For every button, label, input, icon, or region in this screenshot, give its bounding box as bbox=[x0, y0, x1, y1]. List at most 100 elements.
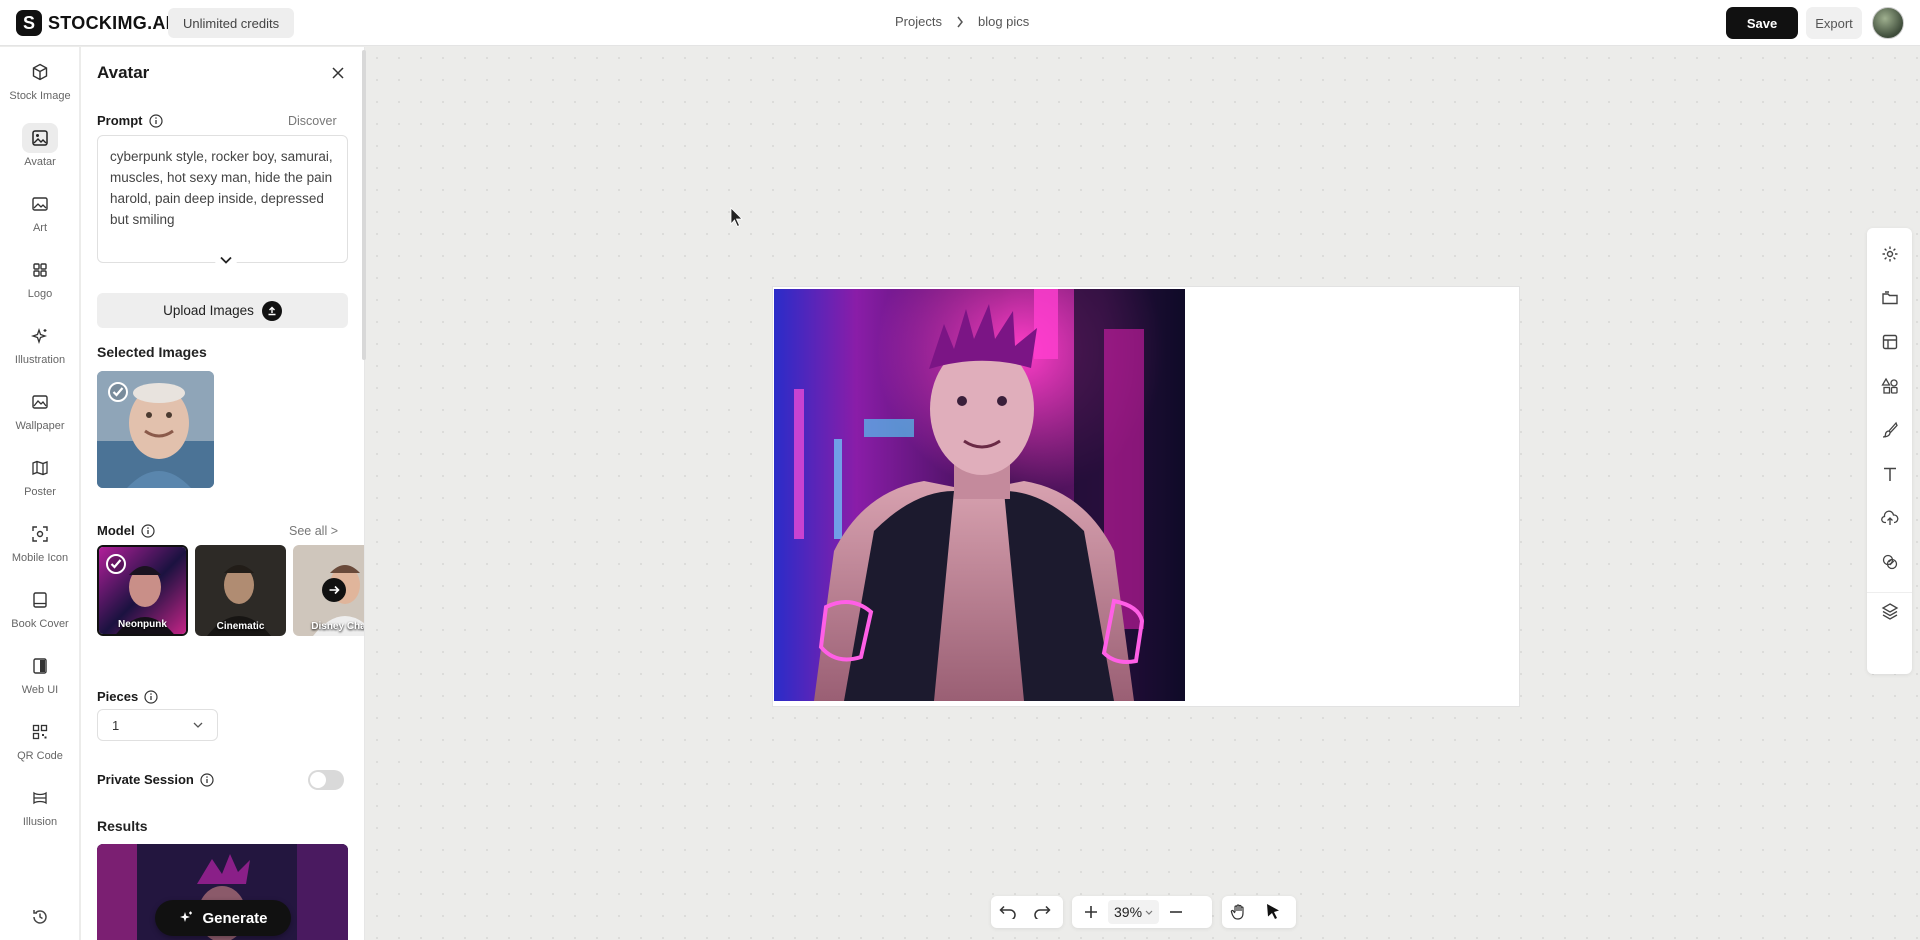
right-toolbar bbox=[1867, 228, 1912, 674]
credits-badge[interactable]: Unlimited credits bbox=[168, 8, 295, 38]
model-card-neonpunk[interactable]: Neonpunk bbox=[97, 545, 188, 636]
upload-icon bbox=[261, 300, 282, 321]
prompt-text[interactable]: cyberpunk style, rocker boy, samurai, mu… bbox=[110, 146, 340, 230]
mode-controls bbox=[1222, 896, 1296, 928]
pieces-select[interactable]: 1 bbox=[97, 709, 218, 741]
pieces-label-row: Pieces bbox=[97, 689, 158, 704]
rail-item-illustration[interactable]: Illustration bbox=[0, 321, 80, 379]
rail-label: Avatar bbox=[24, 156, 56, 168]
rail-item-stock-image[interactable]: Stock Image bbox=[0, 57, 80, 115]
private-session-label: Private Session bbox=[97, 772, 194, 787]
template-icon[interactable] bbox=[1867, 324, 1912, 360]
info-icon[interactable] bbox=[144, 689, 158, 704]
see-all-link[interactable]: See all > bbox=[289, 524, 338, 538]
rail-label: Logo bbox=[27, 288, 53, 300]
arrow-right-icon[interactable] bbox=[322, 578, 346, 602]
pointer-icon[interactable] bbox=[1256, 896, 1290, 928]
rail-item-qr-code[interactable]: QR Code bbox=[0, 717, 80, 775]
private-session-toggle[interactable] bbox=[308, 770, 344, 790]
info-icon[interactable] bbox=[200, 772, 214, 787]
breadcrumb-current[interactable]: blog pics bbox=[978, 14, 1029, 29]
rail-label: Poster bbox=[24, 486, 56, 498]
export-button[interactable]: Export bbox=[1806, 7, 1862, 39]
prompt-field[interactable]: cyberpunk style, rocker boy, samurai, mu… bbox=[97, 135, 348, 271]
model-card-disney[interactable]: Disney Cha bbox=[293, 545, 364, 636]
focus-icon bbox=[22, 519, 58, 549]
illusion-icon bbox=[22, 783, 58, 813]
mouse-cursor-icon bbox=[730, 207, 744, 227]
rail-item-art[interactable]: Art bbox=[0, 189, 80, 247]
redo-icon[interactable] bbox=[1025, 896, 1059, 928]
rail-item-mobile-icon[interactable]: Mobile Icon bbox=[0, 519, 80, 577]
rail-label: Illusion bbox=[22, 816, 58, 828]
rail-item-poster[interactable]: Poster bbox=[0, 453, 80, 511]
rail-item-web-ui[interactable]: Web UI bbox=[0, 651, 80, 709]
cyberpunk-portrait bbox=[774, 289, 1185, 701]
history-controls bbox=[991, 896, 1063, 928]
rail-label: Stock Image bbox=[9, 90, 71, 102]
zoom-in-icon[interactable] bbox=[1074, 896, 1108, 928]
book-icon bbox=[22, 585, 58, 615]
zoom-controls: 39% bbox=[1072, 896, 1212, 928]
chevron-right-icon bbox=[956, 16, 964, 28]
zoom-value: 39% bbox=[1114, 904, 1143, 920]
check-icon bbox=[105, 553, 127, 575]
rail-label: Mobile Icon bbox=[11, 552, 69, 564]
avatar-panel: Avatar Prompt Discover cyberpunk style, … bbox=[81, 47, 365, 940]
discover-link[interactable]: Discover bbox=[288, 114, 337, 128]
picture-icon bbox=[22, 189, 58, 219]
model-label: Model bbox=[97, 523, 135, 538]
model-label-row: Model bbox=[97, 523, 155, 538]
prompt-label: Prompt bbox=[97, 113, 143, 128]
generate-button[interactable]: Generate bbox=[155, 900, 291, 936]
zoom-level[interactable]: 39% bbox=[1108, 900, 1160, 924]
brush-icon[interactable] bbox=[1867, 412, 1912, 448]
folders-icon[interactable] bbox=[1867, 280, 1912, 316]
layers-icon[interactable] bbox=[1867, 592, 1912, 628]
brand-logo[interactable]: S STOCKIMG.AI bbox=[16, 10, 171, 36]
rail-item-wallpaper[interactable]: Wallpaper bbox=[0, 387, 80, 445]
hand-icon[interactable] bbox=[1222, 896, 1256, 928]
image-icon bbox=[22, 123, 58, 153]
model-card-cinematic[interactable]: Cinematic bbox=[195, 545, 286, 636]
model-label-text: Neonpunk bbox=[118, 619, 167, 630]
selected-images-title: Selected Images bbox=[97, 344, 207, 360]
chevron-down-icon[interactable] bbox=[215, 249, 237, 271]
rail-item-book-cover[interactable]: Book Cover bbox=[0, 585, 80, 643]
text-icon[interactable] bbox=[1867, 456, 1912, 492]
rail-item-avatar[interactable]: Avatar bbox=[0, 123, 80, 181]
info-icon[interactable] bbox=[140, 523, 155, 538]
close-icon[interactable] bbox=[328, 63, 348, 83]
shapes-icon[interactable] bbox=[1867, 368, 1912, 404]
rail-label: Illustration bbox=[14, 354, 66, 366]
rail-item-logo[interactable]: Logo bbox=[0, 255, 80, 313]
settings-icon[interactable] bbox=[1867, 236, 1912, 272]
palette-icon[interactable] bbox=[1867, 544, 1912, 580]
private-label-row: Private Session bbox=[97, 772, 214, 787]
cloud-upload-icon[interactable] bbox=[1867, 500, 1912, 536]
undo-icon[interactable] bbox=[991, 896, 1025, 928]
avatar[interactable] bbox=[1872, 7, 1904, 39]
breadcrumb-projects[interactable]: Projects bbox=[895, 14, 942, 29]
map-icon bbox=[22, 453, 58, 483]
panel-title: Avatar bbox=[97, 63, 150, 82]
rail-label: Book Cover bbox=[11, 618, 69, 630]
pieces-value: 1 bbox=[112, 717, 120, 733]
info-icon[interactable] bbox=[148, 113, 163, 128]
prompt-label-row: Prompt bbox=[97, 113, 163, 128]
save-button[interactable]: Save bbox=[1726, 7, 1798, 39]
breadcrumb: Projects blog pics bbox=[895, 14, 1029, 29]
zoom-out-icon[interactable] bbox=[1159, 896, 1193, 928]
history-icon[interactable] bbox=[30, 907, 50, 927]
selected-image[interactable] bbox=[97, 371, 214, 488]
canvas[interactable] bbox=[366, 47, 1920, 940]
generated-image[interactable] bbox=[774, 289, 1185, 701]
generate-label: Generate bbox=[202, 909, 268, 927]
chevron-down-icon bbox=[193, 722, 203, 728]
results-title: Results bbox=[97, 818, 148, 834]
upload-images-button[interactable]: Upload Images bbox=[97, 293, 348, 328]
layout-icon bbox=[22, 651, 58, 681]
cube-icon bbox=[22, 57, 58, 87]
rail-item-illusion[interactable]: Illusion bbox=[0, 783, 80, 841]
upload-label: Upload Images bbox=[163, 303, 254, 318]
